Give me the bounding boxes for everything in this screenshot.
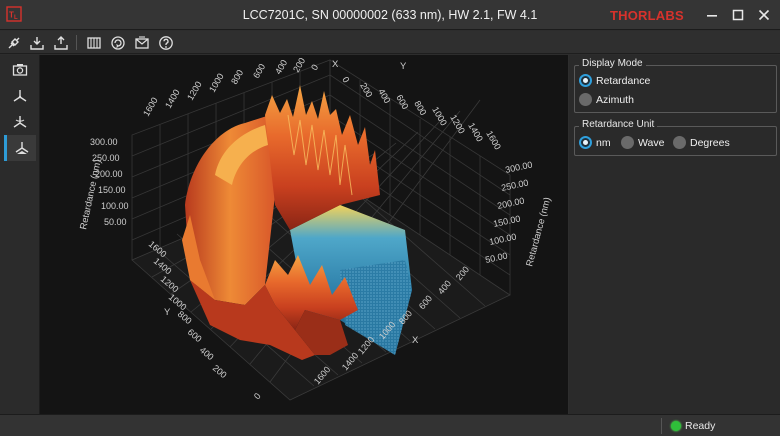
refresh-button[interactable] (108, 33, 127, 52)
z-tick-left: 300.00 (90, 137, 118, 147)
z-tick-right: 300.00 (504, 159, 533, 175)
x-back-tick: 1600 (141, 96, 160, 118)
x-back-tick: 600 (251, 62, 267, 80)
toolbar (0, 31, 780, 54)
x-back-tick: 1200 (185, 80, 204, 102)
refresh-icon (110, 35, 125, 50)
radio-label: Retardance (596, 74, 651, 87)
help-icon (158, 35, 173, 50)
display-mode-group: Display Mode Retardance Azimuth (574, 58, 777, 113)
radio-label: Degrees (690, 136, 730, 149)
svg-text:L: L (14, 15, 18, 21)
z-axis-left: 300.00 250.00 200.00 150.00 100.00 50.00… (78, 137, 128, 231)
display-mode-title: Display Mode (579, 58, 646, 69)
x-axis-label: X (412, 335, 419, 346)
x-back-label: X (332, 59, 339, 70)
mail-button[interactable] (132, 33, 151, 52)
radio-label: Wave (638, 136, 665, 149)
z-tick-left: 150.00 (98, 185, 126, 195)
close-icon (758, 9, 770, 21)
x-back-tick: 200 (291, 56, 307, 74)
y-tick: 200 (211, 363, 229, 380)
radio-label: nm (596, 136, 611, 149)
grid-button[interactable] (84, 33, 103, 52)
minimize-icon (707, 15, 717, 17)
sidebar-camera[interactable] (4, 57, 36, 83)
y-back-label: Y (400, 61, 407, 72)
z-tick-right: 100.00 (488, 231, 517, 247)
radio-dot (673, 136, 686, 149)
status-text: Ready (685, 420, 716, 432)
y-tick: 400 (198, 345, 216, 362)
x-back-tick: 1000 (207, 72, 226, 94)
x-back-tick: 800 (229, 68, 245, 86)
help-button[interactable] (156, 33, 175, 52)
sidebar-surface-3d[interactable] (4, 135, 36, 161)
window-title: LCC7201C, SN 00000002 (633 nm), HW 2.1, … (242, 8, 538, 22)
z-tick-left: 100.00 (101, 201, 129, 211)
radio-dot-selected (579, 74, 592, 87)
y-back-tick: 1600 (484, 129, 503, 151)
y-back-tick: 1400 (466, 121, 485, 143)
z-axis-right: 300.00 250.00 200.00 150.00 100.00 50.00… (484, 159, 553, 267)
retardance-unit-title: Retardance Unit (579, 119, 658, 130)
radio-azimuth[interactable]: Azimuth (579, 93, 634, 106)
thorlabs-app-icon: T L (6, 6, 22, 22)
z-tick-right: 50.00 (484, 250, 508, 264)
mail-icon (134, 35, 149, 49)
settings-panel: Display Mode Retardance Azimuth Retardan… (569, 55, 780, 414)
status-led-icon (671, 421, 681, 431)
retardance-unit-group: Retardance Unit nm Wave Degrees (574, 119, 777, 156)
axes-icon (13, 90, 27, 102)
y-back-tick: 200 (358, 81, 374, 99)
plug-icon (8, 37, 19, 48)
radio-wave[interactable]: Wave (621, 136, 664, 149)
toolbar-separator (76, 35, 77, 50)
left-sidebar (0, 55, 40, 414)
radio-degrees[interactable]: Degrees (673, 136, 730, 149)
z-tick-right: 250.00 (500, 177, 529, 193)
title-bar: T L LCC7201C, SN 00000002 (633 nm), HW 2… (0, 0, 780, 30)
retardance-3d-plot[interactable]: 300.00 250.00 200.00 150.00 100.00 50.00… (40, 55, 568, 414)
download-button[interactable] (27, 33, 46, 52)
x-back-tick: 400 (273, 58, 289, 76)
z-axis-label-right: Retardance (nm) (524, 196, 553, 268)
y-back-tick: 600 (394, 93, 410, 111)
status-bar: Ready (0, 414, 780, 436)
connect-button[interactable] (4, 33, 23, 52)
camera-icon (12, 64, 28, 76)
minimize-button[interactable] (700, 5, 724, 25)
axes-rotate-icon (13, 116, 27, 128)
app-window: T L LCC7201C, SN 00000002 (633 nm), HW 2… (0, 0, 780, 436)
close-button[interactable] (752, 5, 776, 25)
maximize-button[interactable] (726, 5, 750, 25)
y-tick: 600 (186, 327, 204, 344)
tray-upload-icon (53, 35, 68, 50)
radio-label: Azimuth (596, 93, 634, 106)
maximize-icon (732, 9, 744, 21)
z-tick-right: 150.00 (492, 213, 521, 229)
upload-button[interactable] (51, 33, 70, 52)
grid-icon (86, 36, 101, 49)
radio-retardance[interactable]: Retardance (579, 74, 650, 87)
y-back-tick: 1000 (430, 105, 449, 127)
sidebar-axes-rotate[interactable] (4, 109, 36, 135)
y-back-tick: 1200 (448, 113, 467, 135)
z-tick-right: 200.00 (496, 195, 525, 211)
plot-canvas[interactable]: 300.00 250.00 200.00 150.00 100.00 50.00… (40, 55, 568, 414)
z-tick-left: 50.00 (104, 217, 127, 227)
radio-nm[interactable]: nm (579, 136, 611, 149)
radio-dot-selected (579, 136, 592, 149)
surface-3d-icon (15, 142, 28, 154)
tray-download-icon (29, 36, 44, 50)
radio-dot (621, 136, 634, 149)
brand-logo: THORLABS (610, 8, 684, 23)
x-back-tick: 1400 (163, 88, 182, 110)
sidebar-axes[interactable] (4, 83, 36, 109)
x-tick: 0 (252, 391, 263, 401)
y-axis-label: Y (164, 307, 171, 318)
status-separator (661, 418, 662, 434)
radio-dot (579, 93, 592, 106)
